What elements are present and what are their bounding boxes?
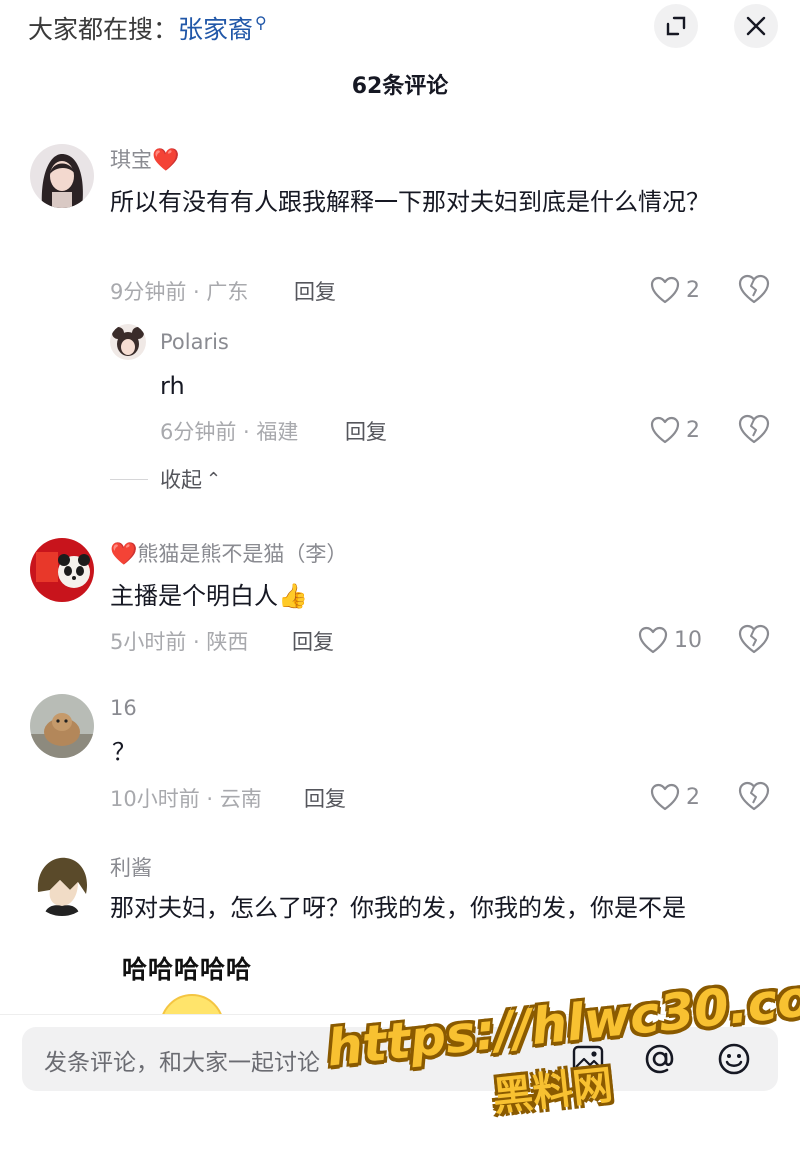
like-count: 10 xyxy=(674,627,702,653)
close-button[interactable] xyxy=(734,4,778,48)
like-count: 2 xyxy=(686,277,700,303)
heart-outline-icon xyxy=(650,276,680,304)
expand-icon xyxy=(666,16,686,36)
heart-emoji: ❤️ xyxy=(110,542,138,567)
heart-outline-icon xyxy=(650,783,680,811)
comment-text: 所以有没有有人跟我解释一下那对夫妇到底是什么情况？ xyxy=(110,188,710,216)
comment-meta: 5小时前 · 陕西 xyxy=(110,630,249,654)
trending-search-hint[interactable]: 大家都在搜：张家裔 ⚲ xyxy=(28,10,267,46)
heart-outline-icon xyxy=(650,416,680,444)
comment-username[interactable]: 利酱 xyxy=(110,852,152,882)
comment-username[interactable]: 16 xyxy=(110,696,137,720)
divider xyxy=(110,478,148,480)
broken-heart-icon[interactable] xyxy=(738,623,770,655)
like-count: 2 xyxy=(686,784,700,810)
avatar[interactable] xyxy=(30,694,94,758)
username-text: 熊猫是熊不是猫（李） xyxy=(137,542,348,566)
expand-button[interactable] xyxy=(654,4,698,48)
reply-button[interactable]: 回复 xyxy=(304,783,346,813)
avatar[interactable] xyxy=(30,538,94,602)
comment-username[interactable]: ❤️熊猫是熊不是猫（李） xyxy=(110,538,347,568)
reply-button[interactable]: 回复 xyxy=(292,626,334,656)
like-button[interactable]: 10 xyxy=(638,622,702,658)
top-bar: 大家都在搜：张家裔 ⚲ xyxy=(0,0,800,60)
close-icon xyxy=(746,16,766,36)
comment-composer: 发条评论，和大家一起讨论 xyxy=(0,1014,800,1163)
collapse-replies-button[interactable]: 收起 ⌃ xyxy=(110,464,221,494)
chevron-up-icon: ⌃ xyxy=(206,468,222,490)
comment-text: 主播是个明白人👍 xyxy=(110,582,308,610)
comment-count-title: 62条评论 xyxy=(351,74,449,99)
like-button[interactable]: 2 xyxy=(650,272,700,308)
reply-meta: 6分钟前 · 福建 xyxy=(160,420,299,444)
reply-username[interactable]: Polaris xyxy=(160,330,229,354)
avatar[interactable] xyxy=(30,144,94,208)
username-text: 琪宝 xyxy=(110,148,152,172)
like-button[interactable]: 2 xyxy=(650,412,700,448)
avatar[interactable] xyxy=(110,324,146,360)
emoji-icon[interactable] xyxy=(716,1041,752,1077)
at-icon[interactable] xyxy=(642,1041,678,1077)
image-icon[interactable] xyxy=(570,1041,606,1077)
comment-input[interactable]: 发条评论，和大家一起讨论 xyxy=(22,1027,778,1091)
like-count: 2 xyxy=(686,417,700,443)
collapse-label: 收起 xyxy=(160,468,202,492)
broken-heart-icon[interactable] xyxy=(738,413,770,445)
trending-search-prefix: 大家都在搜： xyxy=(28,15,179,44)
comment-text: ？ xyxy=(112,738,136,766)
sticker[interactable]: 哈哈哈哈哈 xyxy=(122,950,253,1058)
comment-meta: 9分钟前 · 广东 xyxy=(110,280,249,304)
avatar[interactable] xyxy=(30,852,94,916)
comment-text: 那对夫妇，怎么了呀？你我的发，你我的发，你是不是 xyxy=(110,894,686,922)
comment-username[interactable]: 琪宝❤️ xyxy=(110,144,179,174)
search-icon: ⚲ xyxy=(255,13,267,32)
like-button[interactable]: 2 xyxy=(650,779,700,815)
comment-input-placeholder: 发条评论，和大家一起讨论 xyxy=(44,1050,320,1076)
trending-search-keyword[interactable]: 张家裔 xyxy=(178,15,253,44)
broken-heart-icon[interactable] xyxy=(738,273,770,305)
reply-button[interactable]: 回复 xyxy=(345,416,387,446)
reply-text: rh xyxy=(160,372,185,400)
sticker-text: 哈哈哈哈哈 xyxy=(122,955,253,984)
reply-button[interactable]: 回复 xyxy=(294,276,336,306)
comment-meta: 10小时前 · 云南 xyxy=(110,787,262,811)
broken-heart-icon[interactable] xyxy=(738,780,770,812)
heart-outline-icon xyxy=(638,626,668,654)
heart-emoji: ❤️ xyxy=(152,148,180,173)
